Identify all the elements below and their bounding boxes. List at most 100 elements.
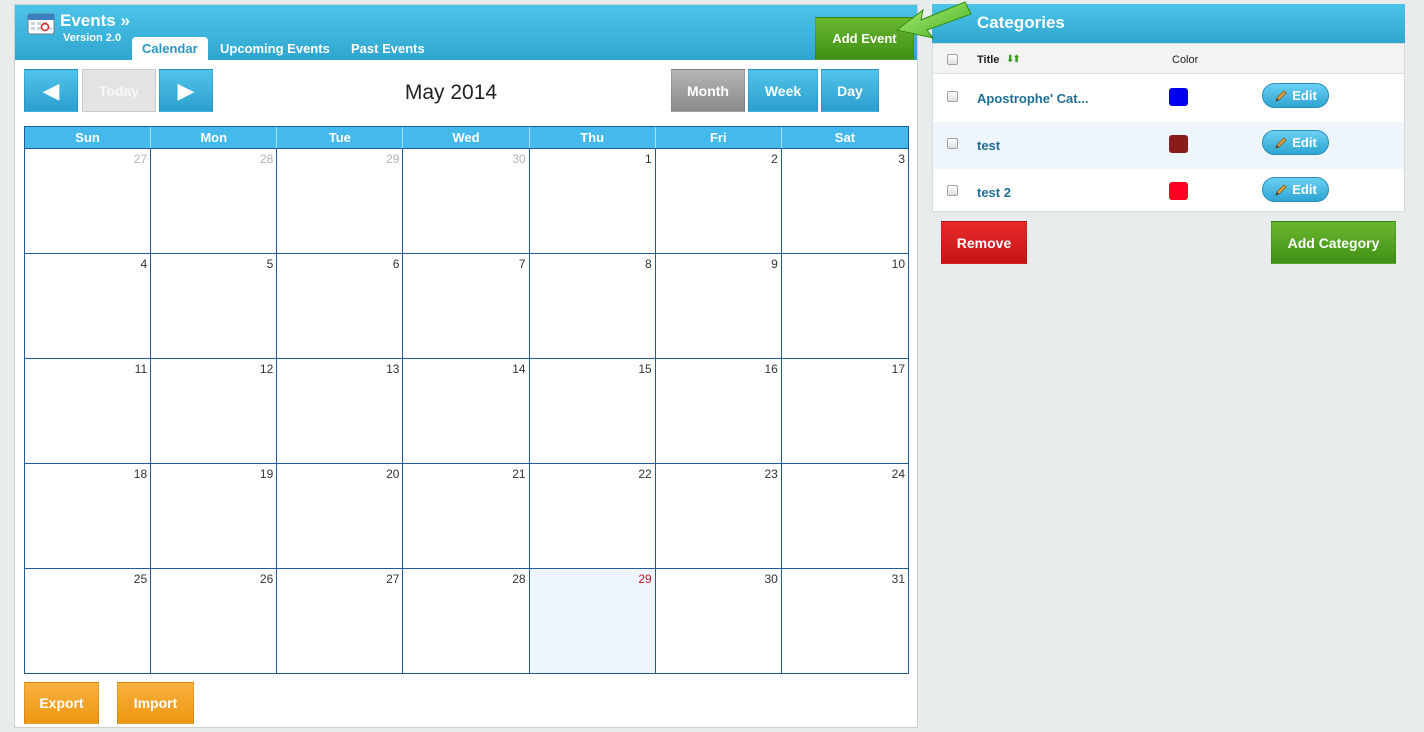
day-view-button[interactable]: Day <box>821 69 879 112</box>
import-button[interactable]: Import <box>117 682 194 724</box>
calendar-day-cell[interactable]: 14 <box>403 358 530 463</box>
day-number: 17 <box>891 362 905 376</box>
day-number: 20 <box>386 467 400 481</box>
pencil-icon <box>1274 89 1288 103</box>
category-color-swatch <box>1169 182 1188 200</box>
calendar-day-cell[interactable]: 23 <box>655 463 782 568</box>
calendar-day-cell[interactable]: 31 <box>781 568 908 673</box>
day-number: 14 <box>512 362 526 376</box>
day-number: 28 <box>512 572 526 586</box>
category-name[interactable]: test <box>977 138 1000 153</box>
calendar-day-cell[interactable]: 5 <box>151 253 278 358</box>
calendar-day-cell[interactable]: 7 <box>403 253 530 358</box>
prev-month-button[interactable]: ◀ <box>24 69 78 112</box>
month-view-button[interactable]: Month <box>671 69 745 112</box>
app-title: Events » <box>60 11 130 30</box>
calendar-day-cell[interactable]: 27 <box>25 148 152 253</box>
calendar-day-cell[interactable]: 30 <box>403 148 530 253</box>
weekday-label: Tue <box>277 127 404 148</box>
week-view-button[interactable]: Week <box>748 69 818 112</box>
calendar-day-cell[interactable]: 10 <box>781 253 908 358</box>
calendar-day-cell[interactable]: 6 <box>277 253 404 358</box>
next-month-button[interactable]: ▶ <box>159 69 213 112</box>
day-number: 23 <box>764 467 778 481</box>
calendar-day-cell[interactable]: 25 <box>25 568 152 673</box>
category-row: test Edit <box>933 122 1404 169</box>
day-number: 22 <box>638 467 652 481</box>
day-number: 15 <box>638 362 652 376</box>
calendar-day-cell[interactable]: 15 <box>529 358 656 463</box>
today-button[interactable]: Today <box>82 69 156 112</box>
calendar-day-cell[interactable]: 22 <box>529 463 656 568</box>
remove-button[interactable]: Remove <box>941 221 1027 264</box>
calendar-day-cell[interactable]: 29 <box>277 148 404 253</box>
category-name[interactable]: test 2 <box>977 185 1011 200</box>
day-number: 4 <box>140 257 148 271</box>
categories-header: Categories <box>932 4 1405 43</box>
calendar-day-cell[interactable]: 12 <box>151 358 278 463</box>
calendar-day-cell[interactable]: 19 <box>151 463 278 568</box>
calendar-day-cell[interactable]: 27 <box>277 568 404 673</box>
day-number: 7 <box>518 257 526 271</box>
calendar-day-cell[interactable]: 21 <box>403 463 530 568</box>
weekday-label: Mon <box>151 127 278 148</box>
sort-arrows-icon[interactable]: ⬇⬆ <box>1006 54 1021 65</box>
select-all-checkbox[interactable] <box>947 54 958 65</box>
calendar-day-cell[interactable]: 4 <box>25 253 152 358</box>
calendar-day-cell-today[interactable]: 29 <box>529 568 656 673</box>
calendar-day-cell[interactable]: 3 <box>781 148 908 253</box>
calendar-day-cell[interactable]: 13 <box>277 358 404 463</box>
edit-category-button[interactable]: Edit <box>1262 177 1329 202</box>
edit-category-button[interactable]: Edit <box>1262 83 1329 108</box>
column-title[interactable]: Title <box>977 54 999 66</box>
calendar-day-cell[interactable]: 11 <box>25 358 152 463</box>
day-number: 5 <box>266 257 274 271</box>
calendar-title: May 2014 <box>404 81 498 104</box>
calendar-day-cell[interactable]: 9 <box>655 253 782 358</box>
calendar-day-cell[interactable]: 30 <box>655 568 782 673</box>
category-name[interactable]: Apostrophe' Cat... <box>977 91 1088 106</box>
category-checkbox[interactable] <box>947 185 958 196</box>
calendar-day-cell[interactable]: 2 <box>655 148 782 253</box>
tab-past-events[interactable]: Past Events <box>341 37 435 60</box>
tab-calendar[interactable]: Calendar <box>132 37 208 60</box>
edit-label: Edit <box>1292 135 1317 150</box>
calendar-day-cell[interactable]: 18 <box>25 463 152 568</box>
day-number: 13 <box>386 362 400 376</box>
categories-table-header: Title ⬇⬆ Color <box>933 44 1404 74</box>
weekday-label: Fri <box>656 127 782 148</box>
day-number: 21 <box>512 467 526 481</box>
day-number: 1 <box>645 152 652 166</box>
day-number: 18 <box>133 467 148 481</box>
day-number: 29 <box>386 152 400 166</box>
calendar-day-cell[interactable]: 20 <box>277 463 404 568</box>
day-number: 10 <box>891 257 905 271</box>
weekday-label: Thu <box>530 127 656 148</box>
calendar-day-cell[interactable]: 28 <box>151 148 278 253</box>
weekday-header: Sun Mon Tue Wed Thu Fri Sat <box>25 127 908 148</box>
calendar-day-cell[interactable]: 1 <box>529 148 656 253</box>
tab-upcoming-events[interactable]: Upcoming Events <box>210 37 340 60</box>
calendar-day-cell[interactable]: 26 <box>151 568 278 673</box>
day-number: 27 <box>386 572 400 586</box>
day-number: 11 <box>134 362 148 376</box>
day-number: 30 <box>512 152 526 166</box>
day-number: 9 <box>771 257 778 271</box>
calendar-day-cell[interactable]: 24 <box>781 463 908 568</box>
calendar-day-cell[interactable]: 16 <box>655 358 782 463</box>
calendar-day-cell[interactable]: 8 <box>529 253 656 358</box>
category-checkbox[interactable] <box>947 138 958 149</box>
export-button[interactable]: Export <box>24 682 99 724</box>
calendar-day-cell[interactable]: 28 <box>403 568 530 673</box>
category-checkbox[interactable] <box>947 91 958 102</box>
weekday-label: Sat <box>834 130 856 145</box>
categories-table: Title ⬇⬆ Color Apostrophe' Cat... Edit tes… <box>932 43 1405 212</box>
weekday-label: Sun <box>25 127 152 148</box>
category-color-swatch <box>1169 135 1188 153</box>
add-category-button[interactable]: Add Category <box>1271 221 1396 264</box>
category-color-swatch <box>1169 88 1188 106</box>
edit-category-button[interactable]: Edit <box>1262 130 1329 155</box>
calendar-day-cell[interactable]: 17 <box>781 358 908 463</box>
day-number: 12 <box>259 362 274 376</box>
green-arrow-pointer-icon <box>895 1 972 39</box>
